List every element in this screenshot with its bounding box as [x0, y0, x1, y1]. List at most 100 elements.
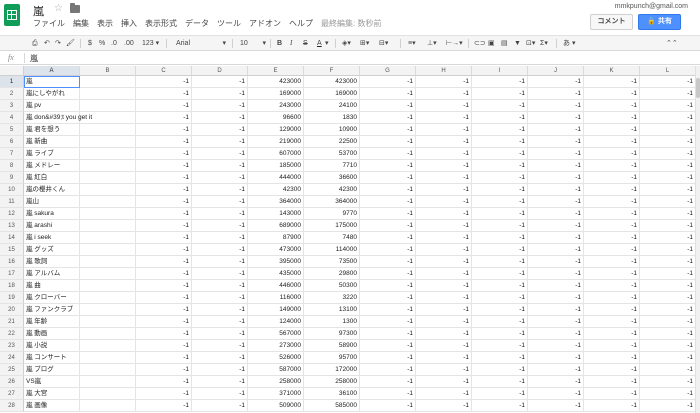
cell-g12[interactable]: -1 [360, 208, 416, 220]
cell-i15[interactable]: -1 [472, 244, 528, 256]
cell-b2[interactable] [80, 88, 136, 100]
cell-e23[interactable]: 273000 [248, 340, 304, 352]
cell-c14[interactable]: -1 [136, 232, 192, 244]
cell-e17[interactable]: 435000 [248, 268, 304, 280]
cell-g26[interactable]: -1 [360, 376, 416, 388]
currency-icon[interactable]: $ [88, 38, 92, 49]
cell-b18[interactable] [80, 280, 136, 292]
column-header-e[interactable]: E [248, 66, 304, 76]
text-color-chevron-icon[interactable]: ▾ [325, 38, 329, 49]
cell-e6[interactable]: 219000 [248, 136, 304, 148]
italic-button[interactable]: I [290, 38, 292, 49]
filter-icon[interactable]: ▼ [514, 38, 521, 49]
cell-e11[interactable]: 364000 [248, 196, 304, 208]
cell-k16[interactable]: -1 [584, 256, 640, 268]
cell-b20[interactable] [80, 304, 136, 316]
cell-a14[interactable]: 嵐 i seek [24, 232, 80, 244]
cell-k9[interactable]: -1 [584, 172, 640, 184]
cell-f4[interactable]: 1830 [304, 112, 360, 124]
cell-d24[interactable]: -1 [192, 352, 248, 364]
cell-h17[interactable]: -1 [416, 268, 472, 280]
cell-k13[interactable]: -1 [584, 220, 640, 232]
cell-c8[interactable]: -1 [136, 160, 192, 172]
cell-h20[interactable]: -1 [416, 304, 472, 316]
cell-j26[interactable]: -1 [528, 376, 584, 388]
cell-d27[interactable]: -1 [192, 388, 248, 400]
cell-h25[interactable]: -1 [416, 364, 472, 376]
row-header-15[interactable]: 15 [0, 244, 24, 256]
cell-b7[interactable] [80, 148, 136, 160]
cell-a9[interactable]: 嵐 紅白 [24, 172, 80, 184]
cell-b14[interactable] [80, 232, 136, 244]
row-header-18[interactable]: 18 [0, 280, 24, 292]
cell-i9[interactable]: -1 [472, 172, 528, 184]
cell-d16[interactable]: -1 [192, 256, 248, 268]
cell-l6[interactable]: -1 [640, 136, 695, 148]
vertical-scrollbar[interactable] [695, 66, 700, 413]
cell-c5[interactable]: -1 [136, 124, 192, 136]
cell-c20[interactable]: -1 [136, 304, 192, 316]
cell-b3[interactable] [80, 100, 136, 112]
cell-j27[interactable]: -1 [528, 388, 584, 400]
vertical-align-icon[interactable]: ⊥▾ [427, 38, 437, 49]
cell-l18[interactable]: -1 [640, 280, 695, 292]
cell-b24[interactable] [80, 352, 136, 364]
cell-c16[interactable]: -1 [136, 256, 192, 268]
star-icon[interactable]: ☆ [54, 3, 63, 14]
cell-c13[interactable]: -1 [136, 220, 192, 232]
cell-f10[interactable]: 42300 [304, 184, 360, 196]
cell-f28[interactable]: 585000 [304, 400, 360, 412]
cell-f6[interactable]: 22500 [304, 136, 360, 148]
cell-a22[interactable]: 嵐 動画 [24, 328, 80, 340]
cell-k15[interactable]: -1 [584, 244, 640, 256]
row-header-6[interactable]: 6 [0, 136, 24, 148]
cell-h22[interactable]: -1 [416, 328, 472, 340]
cell-a19[interactable]: 嵐 クローバー [24, 292, 80, 304]
document-title[interactable]: 嵐 [33, 3, 44, 19]
cell-f22[interactable]: 97300 [304, 328, 360, 340]
cell-e2[interactable]: 169000 [248, 88, 304, 100]
column-header-b[interactable]: B [80, 66, 136, 76]
row-header-28[interactable]: 28 [0, 400, 24, 412]
cell-f9[interactable]: 36600 [304, 172, 360, 184]
filter-views-icon[interactable]: ⊡▾ [526, 38, 535, 49]
cell-k23[interactable]: -1 [584, 340, 640, 352]
borders-icon[interactable]: ⊞▾ [360, 38, 369, 49]
cell-h28[interactable]: -1 [416, 400, 472, 412]
cell-c3[interactable]: -1 [136, 100, 192, 112]
cell-g20[interactable]: -1 [360, 304, 416, 316]
cell-c9[interactable]: -1 [136, 172, 192, 184]
cell-c22[interactable]: -1 [136, 328, 192, 340]
cell-a3[interactable]: 嵐 pv [24, 100, 80, 112]
cell-i14[interactable]: -1 [472, 232, 528, 244]
cell-a7[interactable]: 嵐 ライブ [24, 148, 80, 160]
cell-g27[interactable]: -1 [360, 388, 416, 400]
cell-g21[interactable]: -1 [360, 316, 416, 328]
cell-c2[interactable]: -1 [136, 88, 192, 100]
cell-h10[interactable]: -1 [416, 184, 472, 196]
cell-h16[interactable]: -1 [416, 256, 472, 268]
paint-format-icon[interactable]: 🖌 [66, 38, 75, 49]
cell-h5[interactable]: -1 [416, 124, 472, 136]
strikethrough-button[interactable]: S [303, 38, 308, 49]
cell-k19[interactable]: -1 [584, 292, 640, 304]
cell-c18[interactable]: -1 [136, 280, 192, 292]
cell-j20[interactable]: -1 [528, 304, 584, 316]
cell-f27[interactable]: 36100 [304, 388, 360, 400]
cell-b27[interactable] [80, 388, 136, 400]
comment-button[interactable]: コメント [590, 14, 633, 30]
cell-e19[interactable]: 116000 [248, 292, 304, 304]
cell-k26[interactable]: -1 [584, 376, 640, 388]
spreadsheet-grid[interactable]: A B C D E F G H I J K L 1 嵐 -1 -1 423000 423000 -1 -1 -1 -1 -1… [0, 66, 695, 413]
cell-d8[interactable]: -1 [192, 160, 248, 172]
percent-button[interactable]: % [99, 38, 105, 49]
cell-d3[interactable]: -1 [192, 100, 248, 112]
cell-a4[interactable]: 嵐 don&#39;t you get it [24, 112, 92, 124]
cell-l2[interactable]: -1 [640, 88, 695, 100]
cell-e27[interactable]: 371000 [248, 388, 304, 400]
input-tools-button[interactable]: あ ▾ [563, 38, 575, 49]
cell-g5[interactable]: -1 [360, 124, 416, 136]
cell-d2[interactable]: -1 [192, 88, 248, 100]
cell-a5[interactable]: 嵐 君を想う [24, 124, 80, 136]
horizontal-align-icon[interactable]: ≡▾ [408, 38, 416, 49]
